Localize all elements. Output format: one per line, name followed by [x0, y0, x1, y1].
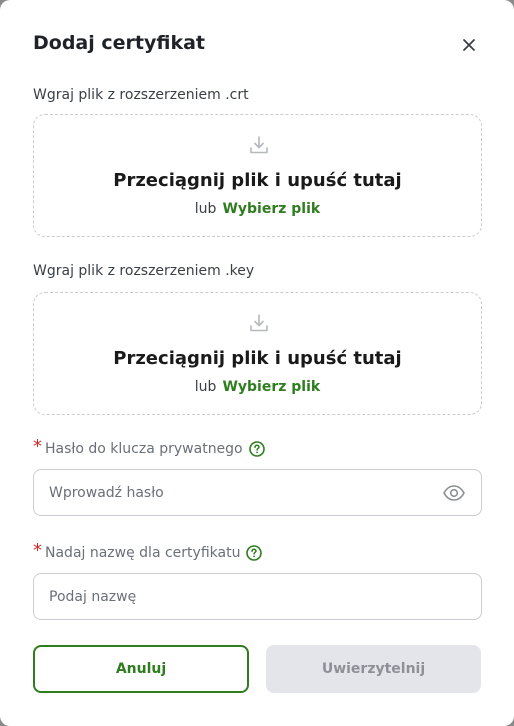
key-drop-subtext: lub Wybierz plik: [34, 379, 481, 395]
key-or-text: lub: [194, 379, 217, 395]
certificate-name-input[interactable]: [49, 574, 429, 619]
cancel-button[interactable]: Anuluj: [33, 645, 249, 693]
required-asterisk: *: [33, 436, 42, 457]
download-tray-icon: [250, 136, 268, 154]
key-pick-file-link[interactable]: Wybierz plik: [222, 379, 320, 395]
authenticate-button[interactable]: Uwierzytelnij: [266, 645, 481, 693]
password-label-text: Hasło do klucza prywatnego: [45, 441, 243, 457]
password-input-wrapper: [33, 469, 482, 516]
name-field-label: * Nadaj nazwę dla certyfikatu: [33, 540, 263, 561]
crt-upload-label: Wgraj plik z rozszerzeniem .crt: [33, 87, 249, 103]
crt-drop-subtext: lub Wybierz plik: [34, 201, 481, 217]
required-asterisk: *: [33, 540, 42, 561]
question-circle-icon[interactable]: [248, 441, 265, 457]
certificate-name-input-wrapper: [33, 573, 482, 620]
eye-icon[interactable]: [442, 482, 466, 504]
password-input[interactable]: [49, 470, 429, 515]
crt-dropzone[interactable]: Przeciągnij plik i upuść tutaj lub Wybier…: [33, 114, 482, 237]
close-icon[interactable]: [459, 35, 479, 55]
crt-or-text: lub: [194, 201, 217, 217]
key-dropzone[interactable]: Przeciągnij plik i upuść tutaj lub Wybier…: [33, 292, 482, 415]
key-drop-text: Przeciągnij plik i upuść tutaj: [113, 348, 402, 369]
password-field-label: * Hasło do klucza prywatnego: [33, 436, 265, 457]
key-upload-label: Wgraj plik z rozszerzeniem .key: [33, 263, 255, 279]
question-circle-icon[interactable]: [246, 545, 263, 561]
crt-pick-file-link[interactable]: Wybierz plik: [222, 201, 320, 217]
dialog-title: Dodaj certyfikat: [33, 32, 205, 54]
add-certificate-dialog: Dodaj certyfikat Wgraj plik z rozszerzen…: [0, 0, 514, 726]
download-tray-icon: [250, 314, 268, 332]
crt-drop-text: Przeciągnij plik i upuść tutaj: [113, 170, 402, 191]
name-label-text: Nadaj nazwę dla certyfikatu: [45, 545, 241, 561]
